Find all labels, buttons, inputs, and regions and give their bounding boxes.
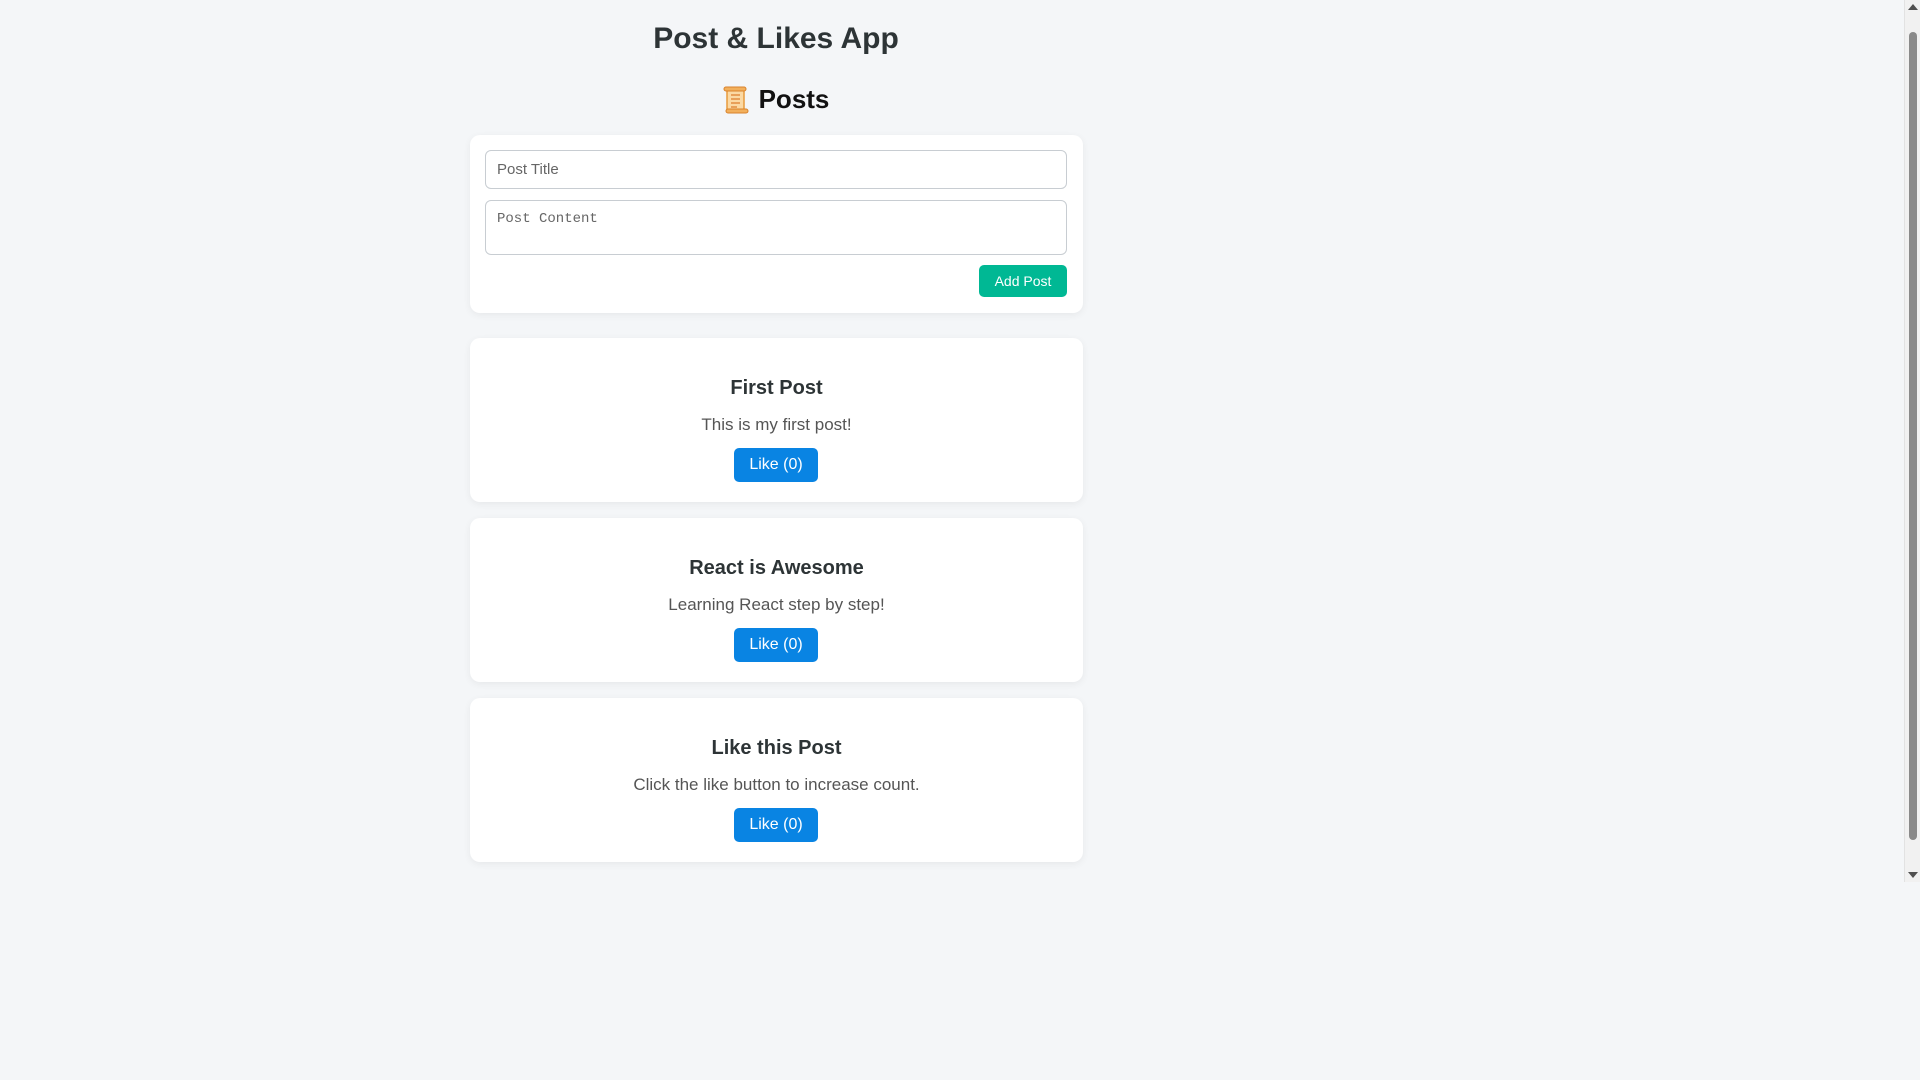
post-content: Click the like button to increase count. — [633, 775, 920, 794]
app-title: Post & Likes App — [653, 22, 899, 55]
post-title: First Post — [730, 377, 823, 399]
like-button[interactable]: Like (0) — [734, 808, 818, 842]
scroll-icon — [723, 85, 749, 115]
page: Post & Likes App Posts Add Post First Po… — [0, 0, 1552, 882]
posts-heading: Posts — [0, 84, 1552, 115]
add-post-button[interactable]: Add Post — [979, 265, 1067, 297]
like-button[interactable]: Like (0) — [734, 448, 818, 482]
post-title: React is Awesome — [689, 557, 864, 579]
post-content-textarea[interactable] — [485, 200, 1067, 255]
post-content: Learning React step by step! — [668, 595, 885, 614]
post-content: This is my first post! — [701, 415, 852, 434]
scroll-down-arrow-icon[interactable] — [1908, 872, 1918, 878]
scroll-up-arrow-icon[interactable] — [1908, 4, 1918, 10]
like-button[interactable]: Like (0) — [734, 628, 818, 662]
post-card: First Post This is my first post! Like (… — [470, 338, 1083, 502]
post-title-input[interactable] — [485, 150, 1067, 189]
post-card: React is Awesome Learning React step by … — [470, 518, 1083, 682]
scrollbar-thumb[interactable] — [1909, 32, 1917, 840]
new-post-form: Add Post — [470, 135, 1083, 313]
post-card: Like this Post Click the like button to … — [470, 698, 1083, 862]
post-title: Like this Post — [711, 737, 842, 759]
posts-heading-label: Posts — [758, 84, 830, 114]
vertical-scrollbar[interactable] — [1904, 0, 1920, 882]
